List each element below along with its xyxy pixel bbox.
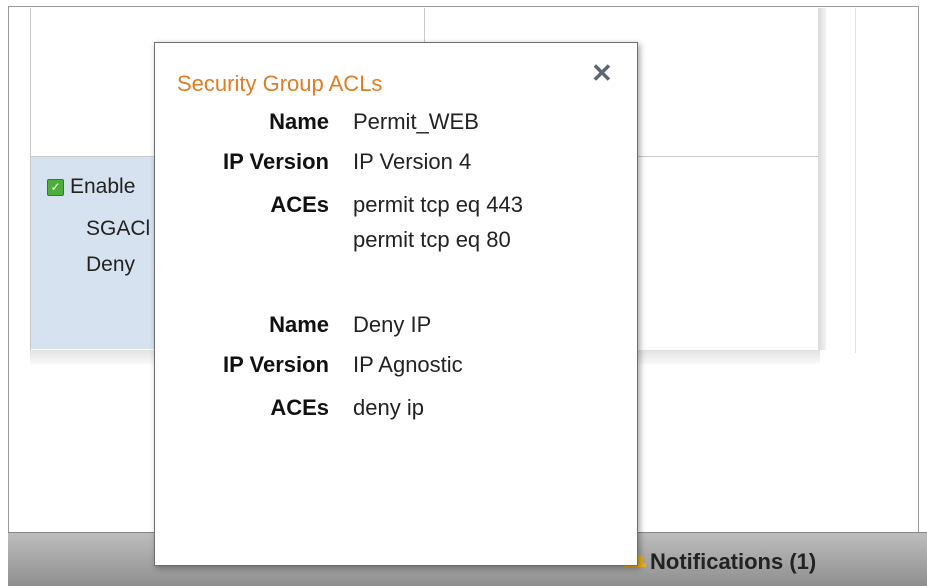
acl-aces-row-cont: permit tcp eq 80 — [155, 227, 637, 261]
ipversion-label: IP Version — [223, 352, 329, 377]
acl-ipversion: IP Agnostic — [353, 352, 463, 377]
acl-ipversion-row: IP Version IP Version 4 — [155, 149, 637, 183]
cell-sgacl-text: SGACl — [86, 217, 151, 240]
aces-label: ACEs — [270, 395, 329, 420]
acl-name: Deny IP — [353, 312, 432, 337]
acl-ace: permit tcp eq 80 — [353, 227, 511, 252]
checkbox-checked-icon[interactable]: ✓ — [47, 179, 64, 196]
enable-checkbox-row[interactable]: ✓ Enable — [47, 175, 135, 199]
aces-label: ACEs — [270, 192, 329, 217]
enable-label: Enable — [70, 175, 136, 198]
close-icon[interactable]: ✕ — [591, 59, 613, 87]
cell-deny-text: Deny — [86, 253, 136, 276]
app-window: ✓ Enable SGACl Deny Notifications (1) Sec… — [0, 0, 927, 586]
acl-ace: permit tcp eq 443 — [353, 192, 523, 217]
acl-aces-row: ACEs permit tcp eq 443 — [155, 192, 637, 226]
acl-ipversion: IP Version 4 — [353, 149, 472, 174]
sgacl-popover: Security Group ACLs ✕ Name Permit_WEB IP… — [154, 42, 638, 566]
name-label: Name — [269, 109, 329, 134]
notifications-label: Notifications (1) — [650, 549, 817, 574]
acl-name: Permit_WEB — [353, 109, 479, 134]
panel-shadow — [818, 8, 826, 350]
acl-name-row: Name Deny IP — [155, 312, 637, 346]
name-label: Name — [269, 312, 329, 337]
acl-aces-row: ACEs deny ip — [155, 395, 637, 429]
acl-ipversion-row: IP Version IP Agnostic — [155, 352, 637, 386]
notifications-button[interactable]: Notifications (1) — [622, 549, 816, 575]
popover-title: Security Group ACLs — [177, 71, 383, 96]
acl-ace: deny ip — [353, 395, 424, 420]
ipversion-label: IP Version — [223, 149, 329, 174]
panel-divider — [855, 8, 856, 353]
grid-line — [30, 8, 31, 350]
acl-name-row: Name Permit_WEB — [155, 109, 637, 143]
